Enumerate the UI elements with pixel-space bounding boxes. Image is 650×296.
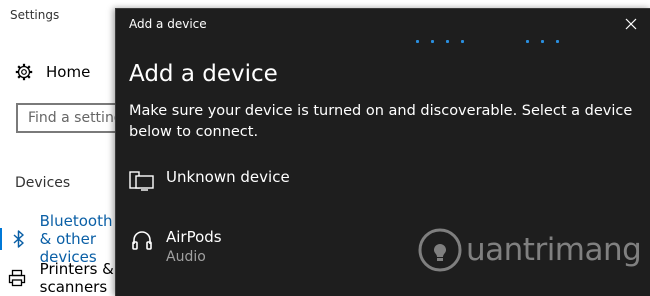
dialog-title: Add a device — [129, 17, 207, 31]
headphones-icon — [129, 227, 155, 253]
display-device-icon — [129, 167, 155, 193]
dialog-heading: Add a device — [129, 61, 278, 87]
sidebar-item-label: Bluetooth & other devices — [39, 212, 113, 266]
device-item-unknown[interactable]: Unknown device — [129, 167, 529, 193]
sidebar-item-printers[interactable]: Printers & scanners — [0, 260, 120, 296]
home-label: Home — [46, 63, 91, 81]
home-nav-item[interactable]: Home — [14, 62, 90, 82]
watermark: uantrimang — [418, 228, 642, 272]
dialog-description: Make sure your device is turned on and d… — [129, 103, 633, 140]
section-label-devices: Devices — [15, 175, 71, 191]
sidebar-item-label: Printers & scanners — [39, 260, 114, 296]
device-name: Unknown device — [166, 168, 290, 186]
device-type: Audio — [166, 249, 206, 265]
printer-icon — [8, 269, 26, 287]
lightbulb-logo-icon — [418, 228, 462, 272]
gear-icon — [14, 62, 34, 82]
close-button[interactable] — [611, 9, 650, 39]
sidebar-item-bluetooth[interactable]: Bluetooth & other devices — [0, 212, 120, 266]
selected-indicator — [0, 228, 2, 250]
dialog-titlebar[interactable]: Add a device — [116, 9, 650, 39]
searching-progress-indicator — [416, 40, 559, 43]
device-name: AirPods — [166, 228, 222, 246]
bluetooth-icon — [12, 230, 26, 248]
watermark-text: uantrimang — [466, 232, 642, 268]
close-icon — [625, 15, 637, 34]
settings-window-title: Settings — [10, 8, 60, 22]
